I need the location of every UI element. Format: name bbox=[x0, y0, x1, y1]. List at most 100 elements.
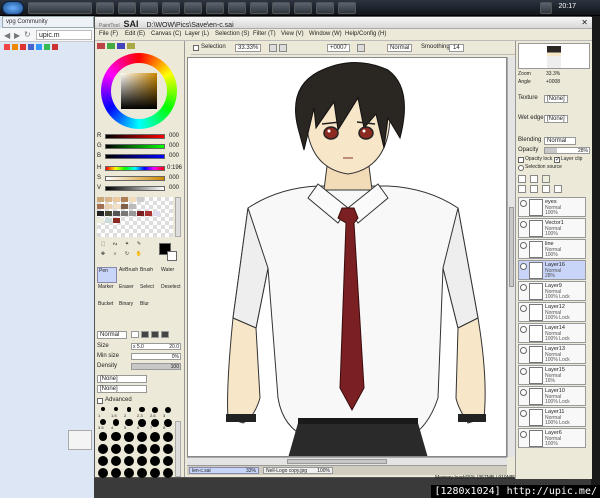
visibility-eye-icon[interactable] bbox=[520, 326, 527, 333]
channel-g-slider[interactable] bbox=[105, 144, 165, 149]
brush-size-option[interactable]: 7 bbox=[149, 419, 161, 430]
layer-row[interactable]: Layer10 Normal 100% Lock bbox=[518, 386, 586, 406]
brush-size-option[interactable]: 5 bbox=[123, 419, 135, 430]
tool-bucket[interactable]: Bucket bbox=[97, 301, 117, 317]
eyedropper-icon[interactable]: ✎ bbox=[133, 241, 145, 251]
marquee-icon[interactable]: ⬚ bbox=[97, 241, 109, 251]
smoothing-field[interactable]: 14 bbox=[449, 44, 464, 52]
brush-mode-select[interactable]: Normal bbox=[97, 331, 127, 339]
brush-size-option[interactable] bbox=[110, 443, 122, 454]
visibility-eye-icon[interactable] bbox=[520, 347, 527, 354]
taskbar-item-11[interactable] bbox=[294, 2, 312, 14]
tool-pen[interactable]: Pen bbox=[97, 267, 117, 283]
menu-edit[interactable]: Edit (E) bbox=[125, 31, 145, 37]
visibility-eye-icon[interactable] bbox=[520, 431, 527, 438]
bookmark-icon[interactable] bbox=[36, 44, 42, 50]
bookmark-icon[interactable] bbox=[28, 44, 34, 50]
tray-icon[interactable] bbox=[540, 2, 552, 14]
brush-size-option[interactable] bbox=[123, 443, 135, 454]
color-wheel[interactable] bbox=[101, 53, 177, 129]
taskbar-item-chrome[interactable] bbox=[28, 2, 92, 14]
menu-canvas[interactable]: Canvas (C) bbox=[151, 31, 181, 37]
opacity-slider[interactable]: 28% bbox=[544, 147, 590, 154]
taskbar-item-2[interactable] bbox=[96, 2, 114, 14]
layer-row[interactable]: Layer15 Normal 16% bbox=[518, 365, 586, 385]
brush-size-option[interactable] bbox=[136, 431, 148, 442]
swatch-scrollbar[interactable] bbox=[175, 197, 181, 237]
brush-size-option[interactable]: 3 bbox=[162, 407, 174, 418]
canvas[interactable] bbox=[187, 57, 507, 457]
visibility-eye-icon[interactable] bbox=[520, 305, 527, 312]
tool-water[interactable]: Water bbox=[160, 267, 180, 283]
bookmark-icon[interactable] bbox=[4, 44, 10, 50]
brush-size-option[interactable] bbox=[162, 431, 174, 442]
new-vector-layer-icon[interactable] bbox=[530, 175, 538, 183]
menu-help[interactable]: Help/Config (H) bbox=[345, 31, 386, 37]
start-button[interactable] bbox=[2, 1, 24, 15]
tool-blur[interactable]: Blur bbox=[139, 301, 159, 317]
doc-tab-active[interactable]: len-c.sai 33% bbox=[189, 467, 259, 474]
close-icon[interactable]: ✕ bbox=[581, 18, 588, 27]
channel-r-slider[interactable] bbox=[105, 134, 165, 139]
tool-binary[interactable]: Binary bbox=[118, 301, 138, 317]
layer-row[interactable]: eyes Normal 100% bbox=[518, 197, 586, 217]
brush-size-option[interactable]: 6 bbox=[136, 419, 148, 430]
bookmark-icon[interactable] bbox=[44, 44, 50, 50]
reload-icon[interactable]: ↻ bbox=[24, 30, 31, 39]
brush-size-option[interactable] bbox=[110, 431, 122, 442]
layer-row[interactable]: Layer6 Normal 100% bbox=[518, 428, 586, 448]
brush-size-option[interactable]: 3.5 bbox=[97, 419, 109, 430]
merge-down-icon[interactable] bbox=[530, 185, 538, 193]
brush-size-option[interactable] bbox=[97, 443, 109, 454]
size-slider[interactable]: x 5.0 20.0 bbox=[131, 343, 181, 350]
browser-tab[interactable]: vpg Community bbox=[2, 16, 94, 28]
bookmark-icon[interactable] bbox=[20, 44, 26, 50]
density-slider[interactable]: 100 bbox=[131, 363, 181, 370]
visibility-eye-icon[interactable] bbox=[520, 263, 527, 270]
magic-wand-icon[interactable]: ✦ bbox=[121, 241, 133, 251]
layer-row[interactable]: Layer9 Normal 100% Lock bbox=[518, 281, 586, 301]
tool-brush[interactable]: Brush bbox=[139, 267, 159, 283]
blending-select[interactable]: Normal bbox=[544, 137, 576, 145]
rotate-icon[interactable] bbox=[357, 44, 365, 52]
clear-layer-icon[interactable] bbox=[542, 185, 550, 193]
mode-select[interactable]: Normal bbox=[387, 44, 413, 52]
angle-field[interactable]: +0007 bbox=[327, 44, 350, 52]
color-square[interactable] bbox=[121, 73, 157, 109]
wet-edge-select[interactable]: [None] bbox=[544, 115, 568, 123]
zoom-out-icon[interactable] bbox=[269, 44, 277, 52]
texture-select[interactable]: [None] bbox=[544, 95, 568, 103]
color-wheel-icon[interactable] bbox=[97, 43, 105, 49]
opacity-lock-checkbox[interactable] bbox=[518, 157, 524, 163]
visibility-eye-icon[interactable] bbox=[520, 284, 527, 291]
selection-source-radio[interactable] bbox=[518, 165, 524, 171]
menu-window[interactable]: Window (W) bbox=[309, 31, 342, 37]
lasso-icon[interactable]: ᔓ bbox=[109, 241, 121, 251]
brush-size-option[interactable] bbox=[136, 455, 148, 466]
tool-deselect[interactable]: Deselect bbox=[160, 284, 180, 300]
brush-size-option[interactable] bbox=[110, 455, 122, 466]
brush-size-option[interactable]: 2.3 bbox=[136, 407, 148, 418]
forward-icon[interactable]: ▶ bbox=[14, 31, 20, 40]
taskbar-item-12[interactable] bbox=[316, 2, 334, 14]
brush-texture-select[interactable]: [None] bbox=[97, 375, 147, 383]
layer-row[interactable]: line Normal 100% bbox=[518, 239, 586, 259]
move-icon[interactable]: ✥ bbox=[97, 251, 109, 261]
brush-shape-4[interactable] bbox=[161, 331, 169, 338]
tool-select[interactable]: Select bbox=[139, 284, 159, 300]
brush-size-option[interactable] bbox=[123, 455, 135, 466]
layer-row[interactable]: Layer12 Normal 100% Lock bbox=[518, 302, 586, 322]
visibility-eye-icon[interactable] bbox=[520, 221, 527, 228]
taskbar-item-9[interactable] bbox=[250, 2, 268, 14]
layer-row[interactable]: Layer11 Normal 100% Lock bbox=[518, 407, 586, 427]
brush-size-option[interactable] bbox=[162, 455, 174, 466]
taskbar-item-3[interactable] bbox=[118, 2, 136, 14]
back-icon[interactable]: ◀ bbox=[4, 31, 10, 40]
brush-texture2-select[interactable]: [None] bbox=[97, 385, 147, 393]
layer-row[interactable]: Layer13 Normal 100% Lock bbox=[518, 344, 586, 364]
tool-marker[interactable]: Marker bbox=[97, 284, 117, 300]
bookmark-icon[interactable] bbox=[52, 44, 58, 50]
taskbar-item-6[interactable] bbox=[184, 2, 202, 14]
copy-layer-icon[interactable] bbox=[518, 185, 526, 193]
zoom-tool-icon[interactable]: ⌕ bbox=[109, 251, 121, 261]
